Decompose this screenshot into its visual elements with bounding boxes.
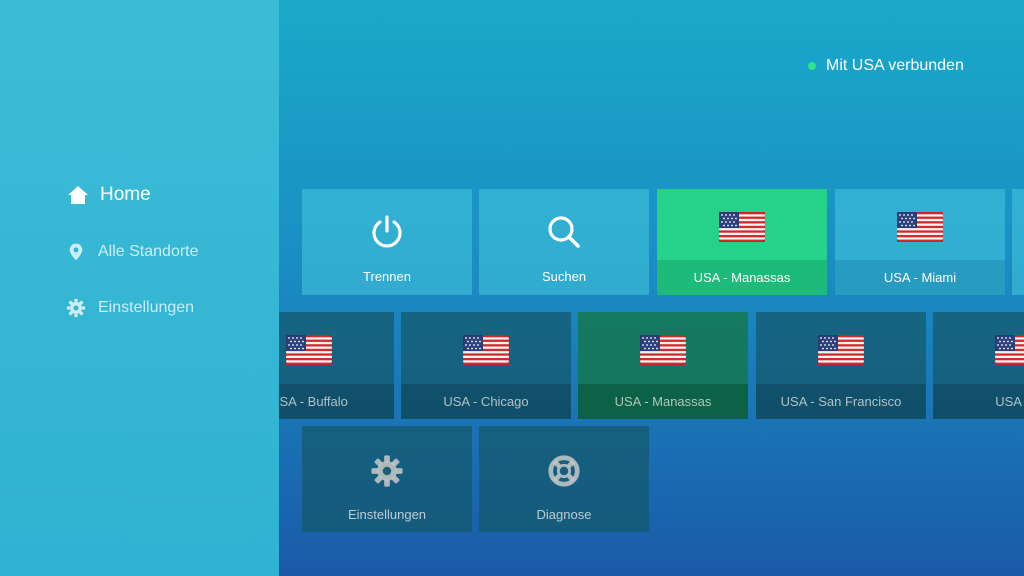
diagnose-tile[interactable]: Diagnose [479,426,649,532]
lifebuoy-icon [548,455,580,487]
location-tile-partial[interactable]: USA - A [933,312,1024,419]
sidebar-item-home[interactable]: Home [66,183,151,207]
location-tile-san-francisco[interactable]: USA - San Francisco [756,312,926,419]
gear-icon [66,298,86,318]
us-flag-icon [818,335,864,365]
search-icon [548,216,580,248]
us-flag-icon [995,335,1024,365]
tile-label: Trennen [363,269,411,284]
tile-label: USA - Chicago [443,394,529,409]
sidebar: Home Alle Standorte Einstellungen [0,0,279,576]
sidebar-item-einstellungen[interactable]: Einstellungen [66,298,194,318]
search-tile[interactable]: Suchen [479,189,649,295]
location-tile-manassas-selected[interactable]: USA - Manassas [657,189,827,295]
tile-partial[interactable] [1012,189,1024,295]
home-icon [68,186,88,204]
tile-label: USA - A [995,394,1024,409]
sidebar-item-alle-standorte[interactable]: Alle Standorte [66,242,199,262]
location-pin-icon [69,243,83,261]
tile-label: USA - Manassas [693,270,791,285]
location-tile-manassas[interactable]: USA - Manassas [578,312,748,419]
sidebar-item-label: Alle Standorte [98,243,199,260]
power-icon [372,215,402,248]
tile-label: USA - Manassas [614,394,712,409]
tile-label: Suchen [541,269,587,284]
tile-label: USA - San Francisco [780,394,902,409]
main-content: Trennen Suchen USA - Manassas USA - Miam… [279,0,1024,576]
disconnect-tile[interactable]: Trennen [302,189,472,295]
location-tile-chicago[interactable]: USA - Chicago [401,312,571,419]
gear-icon [371,455,403,487]
us-flag-icon [286,335,332,365]
tile-label: Diagnose [536,507,592,522]
settings-tile[interactable]: Einstellungen [302,426,472,532]
us-flag-icon [640,335,686,365]
tile-label: USA - Buffalo [279,394,348,409]
location-tile-buffalo[interactable]: USA - Buffalo [279,312,394,419]
location-tile-miami[interactable]: USA - Miami [835,189,1005,295]
us-flag-icon [897,212,943,242]
tile-label: USA - Miami [883,270,957,285]
sidebar-item-label: Home [100,184,151,205]
sidebar-item-label: Einstellungen [98,299,195,316]
tile-label: Einstellungen [347,507,427,522]
us-flag-icon [719,212,765,242]
us-flag-icon [463,335,509,365]
